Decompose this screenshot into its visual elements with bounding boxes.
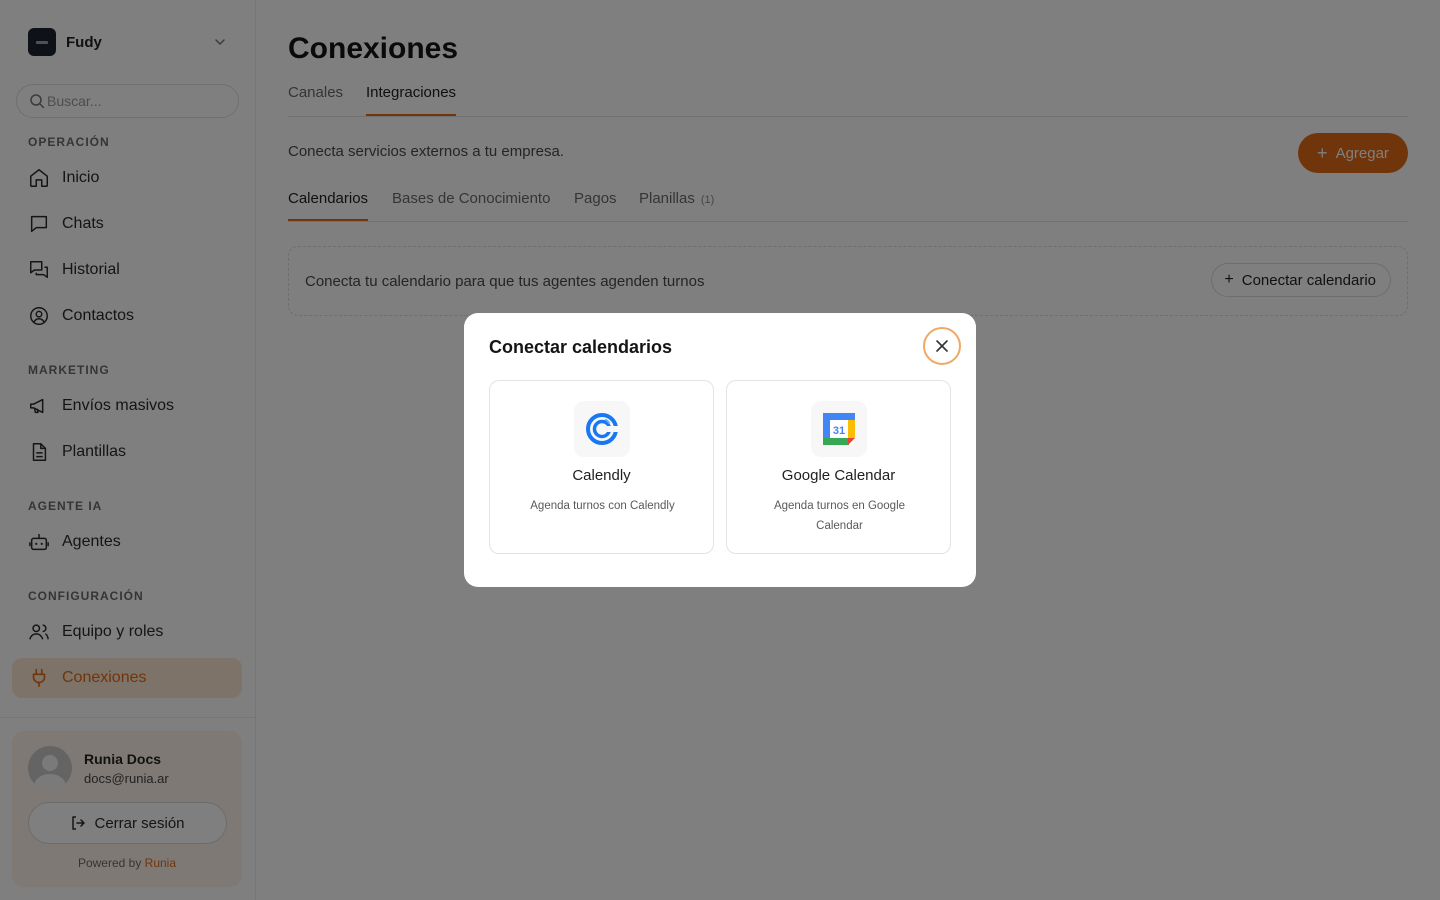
- google-calendar-icon: 31: [811, 401, 867, 457]
- option-description: Agenda turnos con Calendly: [530, 500, 675, 512]
- option-name: Google Calendar: [781, 467, 896, 484]
- close-icon: [936, 340, 948, 352]
- calendar-day-number: 31: [833, 425, 845, 437]
- modal-title: Conectar calendarios: [489, 337, 673, 357]
- google-calendar-option[interactable]: 31 Google Calendar Agenda turnos en Goog…: [726, 380, 951, 554]
- connect-calendars-modal: Conectar calendarios Calendly Agenda tur…: [464, 313, 976, 587]
- calendly-option[interactable]: Calendly Agenda turnos con Calendly: [489, 380, 714, 554]
- calendly-icon: [574, 401, 630, 457]
- close-button[interactable]: [923, 327, 961, 365]
- option-description: Agenda turnos en Google Calendar: [773, 500, 906, 532]
- option-name: Calendly: [572, 467, 631, 484]
